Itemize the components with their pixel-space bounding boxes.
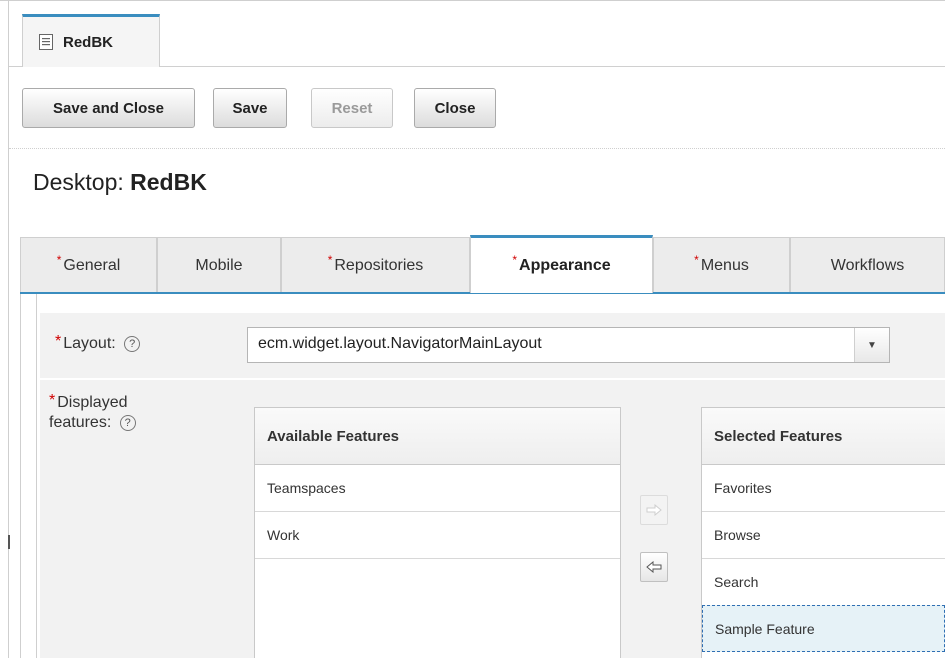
arrow-left-icon bbox=[646, 561, 662, 573]
frame-left-border bbox=[8, 0, 9, 658]
document-tab-redbk[interactable]: RedBK bbox=[22, 14, 160, 67]
document-tab-label: RedBK bbox=[63, 33, 114, 51]
required-marker: * bbox=[694, 252, 699, 267]
required-marker: * bbox=[49, 392, 56, 409]
features-label-line2: features: bbox=[49, 414, 112, 431]
move-right-button[interactable] bbox=[640, 495, 668, 525]
selected-features-header: Selected Features bbox=[702, 408, 945, 465]
document-icon bbox=[39, 34, 53, 50]
tab-menus[interactable]: * Menus bbox=[653, 237, 790, 293]
features-label: * Displayed features: ? bbox=[49, 392, 136, 433]
reset-button[interactable]: Reset bbox=[311, 88, 393, 128]
required-marker: * bbox=[512, 252, 518, 267]
tab-general-label: General bbox=[63, 256, 121, 274]
required-marker: * bbox=[327, 252, 333, 267]
available-features-header: Available Features bbox=[255, 408, 620, 465]
list-item[interactable]: Teamspaces bbox=[255, 465, 620, 512]
page-title: Desktop: RedBK bbox=[33, 169, 207, 196]
list-item[interactable]: Work bbox=[255, 512, 620, 559]
tab-repositories-label: Repositories bbox=[334, 256, 424, 274]
list-item-focused[interactable]: Sample Feature bbox=[702, 605, 945, 652]
available-features-list: Available Features Teamspaces Work bbox=[254, 407, 621, 658]
toolbar-divider bbox=[9, 148, 945, 149]
tab-workflows-label: Workflows bbox=[830, 256, 905, 274]
frame-top-border bbox=[0, 0, 945, 1]
tab-workflows[interactable]: Workflows bbox=[790, 237, 945, 293]
tab-menus-label: Menus bbox=[700, 256, 749, 274]
layout-select-value: ecm.widget.layout.NavigatorMainLayout bbox=[258, 335, 542, 352]
close-button[interactable]: Close bbox=[414, 88, 496, 128]
tab-mobile-label: Mobile bbox=[195, 256, 243, 274]
tab-appearance-label: Appearance bbox=[519, 256, 611, 274]
tab-appearance[interactable]: * Appearance bbox=[470, 235, 653, 293]
help-icon[interactable]: ? bbox=[119, 414, 136, 431]
list-item[interactable]: Favorites bbox=[702, 465, 945, 512]
page-title-name: RedBK bbox=[130, 169, 207, 195]
page-title-prefix: Desktop: bbox=[33, 169, 131, 195]
window-edge-marker bbox=[8, 535, 10, 549]
move-left-button[interactable] bbox=[640, 552, 668, 582]
layout-label: * Layout: ? bbox=[55, 333, 141, 354]
arrow-right-icon bbox=[646, 504, 662, 516]
list-item[interactable]: Search bbox=[702, 559, 945, 606]
layout-label-text: Layout: bbox=[63, 335, 116, 352]
chevron-down-icon[interactable]: ▼ bbox=[854, 328, 889, 362]
tab-mobile[interactable]: Mobile bbox=[157, 237, 281, 293]
selected-features-list: Selected Features Favorites Browse Searc… bbox=[701, 407, 945, 658]
layout-select[interactable]: ecm.widget.layout.NavigatorMainLayout ▼ bbox=[247, 327, 890, 363]
panel-inner-border bbox=[36, 294, 37, 658]
features-label-line1: Displayed bbox=[57, 394, 128, 411]
required-marker: * bbox=[56, 252, 62, 267]
help-icon[interactable]: ? bbox=[124, 335, 141, 352]
save-button[interactable]: Save bbox=[213, 88, 287, 128]
tab-repositories[interactable]: * Repositories bbox=[281, 237, 470, 293]
required-marker: * bbox=[55, 333, 62, 350]
list-item[interactable]: Browse bbox=[702, 512, 945, 559]
tab-general[interactable]: * General bbox=[20, 237, 157, 293]
save-and-close-button[interactable]: Save and Close bbox=[22, 88, 195, 128]
panel-left-border bbox=[20, 294, 21, 658]
